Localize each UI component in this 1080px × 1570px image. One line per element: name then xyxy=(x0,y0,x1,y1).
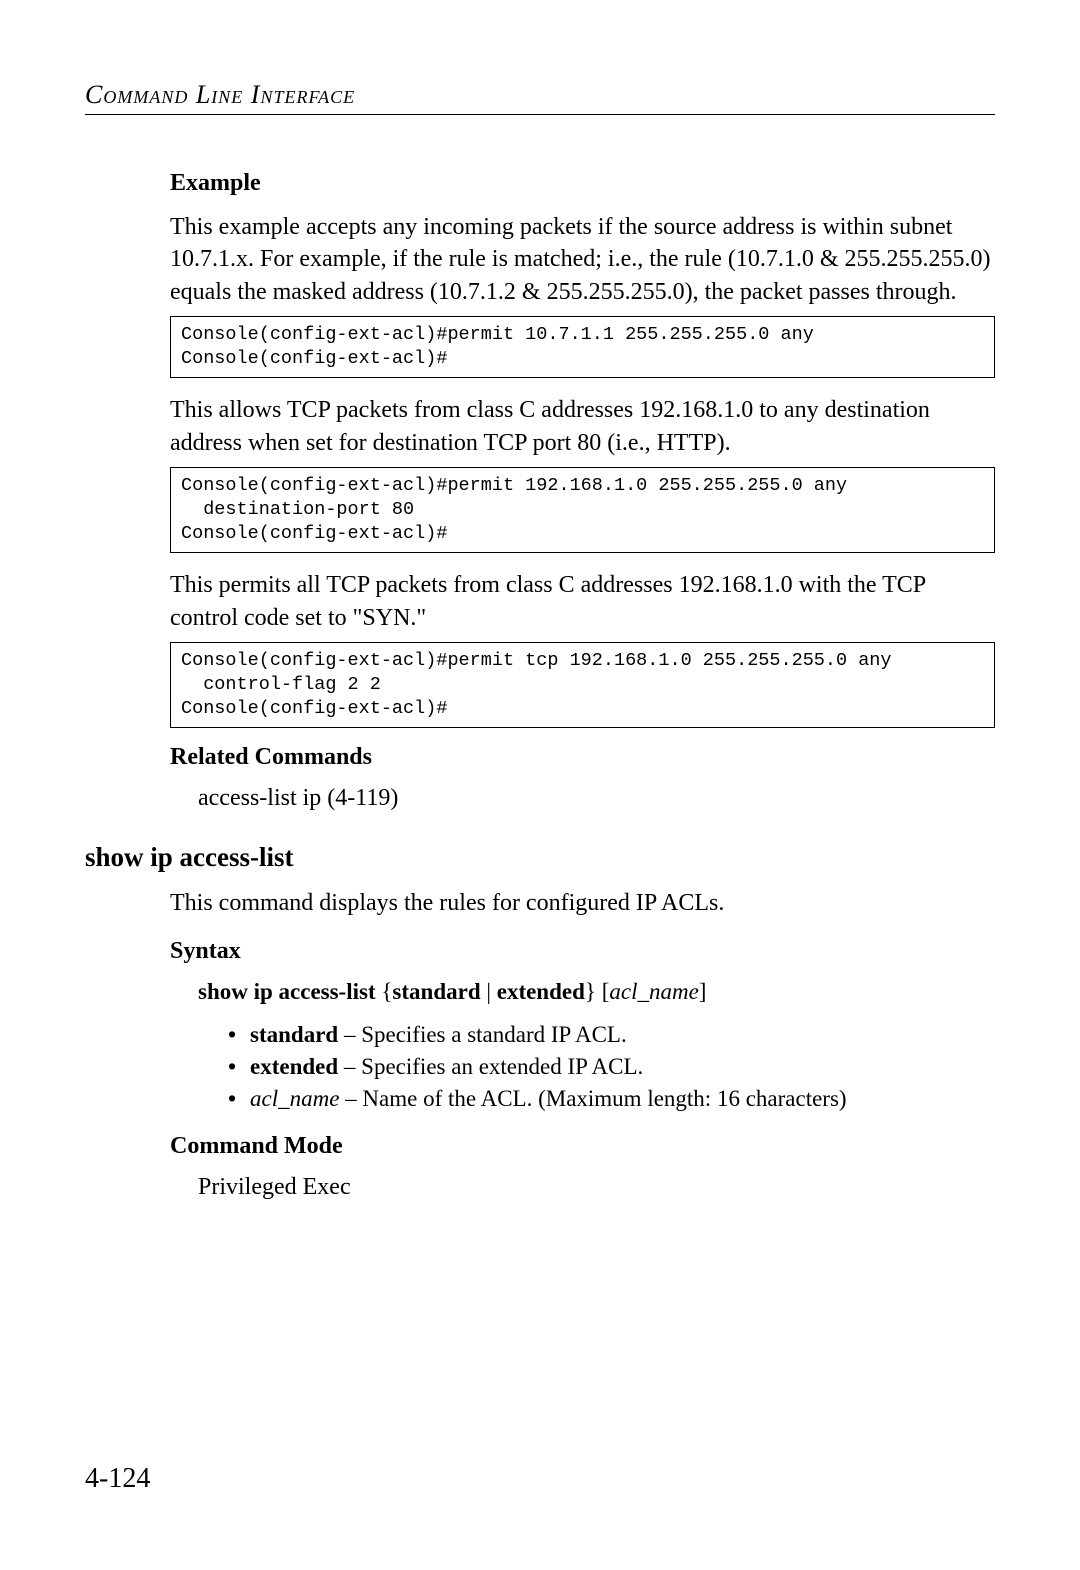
bullet-bold-standard: standard xyxy=(250,1022,338,1047)
syntax-open-brace: { xyxy=(376,979,393,1004)
bullet-item-standard: standard – Specifies a standard IP ACL. xyxy=(228,1019,995,1051)
syntax-close-brace: } xyxy=(585,979,596,1004)
bullet-item-extended: extended – Specifies an extended IP ACL. xyxy=(228,1051,995,1083)
command-mode-text: Privileged Exec xyxy=(170,1174,995,1201)
page-header-title: Command Line Interface xyxy=(85,80,995,110)
syntax-pipe: | xyxy=(481,979,497,1004)
example-paragraph-3: This permits all TCP packets from class … xyxy=(170,569,995,634)
bullet-text-aclname: – Name of the ACL. (Maximum length: 16 c… xyxy=(339,1086,846,1111)
syntax-bullet-list: standard – Specifies a standard IP ACL. … xyxy=(170,1019,995,1116)
bullet-text-extended: – Specifies an extended IP ACL. xyxy=(338,1054,643,1079)
code-block-1: Console(config-ext-acl)#permit 10.7.1.1 … xyxy=(170,316,995,378)
bullet-bold-extended: extended xyxy=(250,1054,338,1079)
syntax-option-standard: standard xyxy=(392,979,480,1004)
page-number: 4-124 xyxy=(85,1463,150,1495)
syntax-label: Syntax xyxy=(170,938,995,965)
related-command-item: access-list ip (4-119) xyxy=(170,785,995,812)
related-commands-label: Related Commands xyxy=(170,744,995,771)
syntax-close-bracket: ] xyxy=(699,979,707,1004)
code-block-2: Console(config-ext-acl)#permit 192.168.1… xyxy=(170,467,995,553)
example-paragraph-2: This allows TCP packets from class C add… xyxy=(170,394,995,459)
bullet-italic-aclname: acl_name xyxy=(250,1086,339,1111)
bullet-text-standard: – Specifies a standard IP ACL. xyxy=(338,1022,627,1047)
bullet-item-aclname: acl_name – Name of the ACL. (Maximum len… xyxy=(228,1083,995,1115)
code-block-3: Console(config-ext-acl)#permit tcp 192.1… xyxy=(170,642,995,728)
command-heading: show ip access-list xyxy=(85,842,995,873)
syntax-option-extended: extended xyxy=(497,979,585,1004)
syntax-line: show ip access-list {standard | extended… xyxy=(170,979,995,1005)
syntax-command: show ip access-list xyxy=(198,979,376,1004)
syntax-param-aclname: acl_name xyxy=(609,979,698,1004)
syntax-open-bracket: [ xyxy=(596,979,609,1004)
command-description: This command displays the rules for conf… xyxy=(170,887,995,919)
example-paragraph-1: This example accepts any incoming packet… xyxy=(170,211,995,308)
command-mode-label: Command Mode xyxy=(170,1133,995,1160)
example-label: Example xyxy=(170,170,995,197)
header-divider xyxy=(85,114,995,115)
